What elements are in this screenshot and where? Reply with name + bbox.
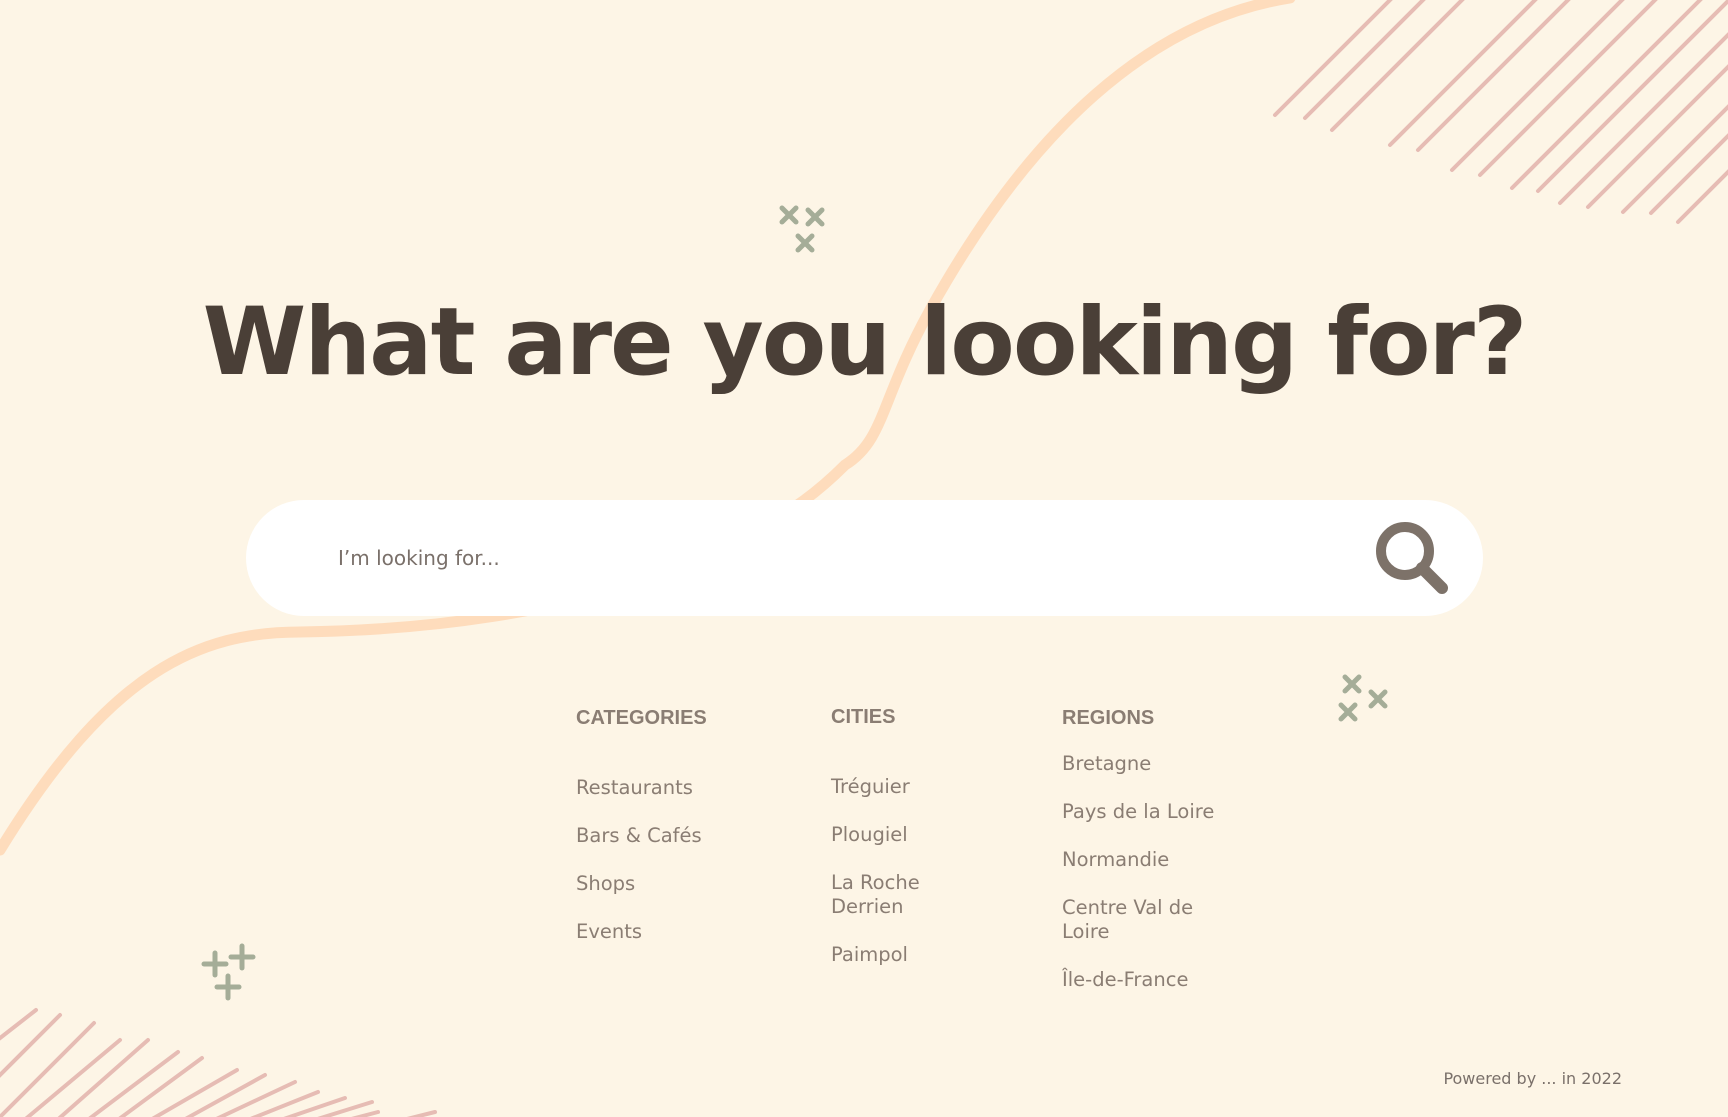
category-item-shops[interactable]: Shops	[576, 872, 736, 896]
city-item-la-roche-derrien[interactable]: La Roche Derrien	[831, 871, 941, 919]
search-icon	[1376, 522, 1448, 594]
region-item-pays-de-la-loire[interactable]: Pays de la Loire	[1062, 800, 1242, 824]
search-input[interactable]	[338, 538, 1238, 578]
city-item-plougiel[interactable]: Plougiel	[831, 823, 991, 847]
region-item-normandie[interactable]: Normandie	[1062, 848, 1222, 872]
sparkle-cross-right	[1338, 674, 1388, 722]
categories-column: CATEGORIES Restaurants Bars & Cafés Shop…	[576, 704, 776, 968]
stripes-top-right	[1273, 0, 1728, 224]
page-title: What are you looking for?	[202, 288, 1528, 397]
regions-heading: REGIONS	[1062, 707, 1155, 729]
cities-list: Tréguier Plougiel La Roche Derrien Paimp…	[831, 775, 1031, 967]
search-bar	[246, 500, 1483, 616]
category-item-events[interactable]: Events	[576, 920, 736, 944]
footer-credit: Powered by ... in 2022	[1443, 1069, 1622, 1088]
cities-heading: CITIES	[831, 706, 896, 728]
sparkle-plus-bottom-left	[201, 943, 256, 1001]
categories-heading: CATEGORIES	[576, 707, 707, 729]
regions-list: Bretagne Pays de la Loire Normandie Cent…	[1062, 752, 1262, 992]
region-item-centre-val-de-loire[interactable]: Centre Val de Loire	[1062, 896, 1212, 944]
city-item-treguier[interactable]: Tréguier	[831, 775, 991, 799]
region-item-bretagne[interactable]: Bretagne	[1062, 752, 1222, 776]
sparkle-cross-top	[779, 205, 825, 253]
search-button[interactable]	[1370, 516, 1454, 600]
stripes-bottom-left	[0, 1008, 437, 1117]
category-item-restaurants[interactable]: Restaurants	[576, 776, 736, 800]
city-item-paimpol[interactable]: Paimpol	[831, 943, 991, 967]
regions-column: REGIONS Bretagne Pays de la Loire Norman…	[1062, 704, 1262, 1016]
categories-list: Restaurants Bars & Cafés Shops Events	[576, 776, 776, 944]
region-item-ile-de-france[interactable]: Île-de-France	[1062, 968, 1222, 992]
category-item-bars-cafes[interactable]: Bars & Cafés	[576, 824, 736, 848]
cities-column: CITIES Tréguier Plougiel La Roche Derrie…	[831, 703, 1031, 991]
